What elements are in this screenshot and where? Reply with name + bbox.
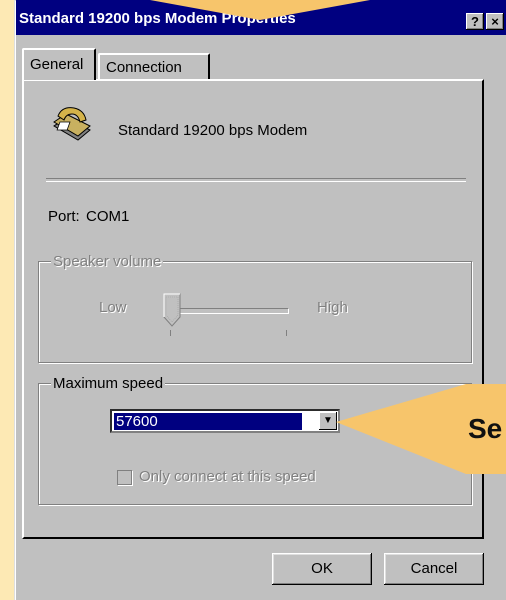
only-connect-label: Only connect at this speed — [139, 468, 316, 485]
tab-connection[interactable]: Connection — [98, 53, 210, 80]
callout-arrow-top — [150, 0, 370, 20]
volume-tick-high — [286, 330, 287, 336]
volume-slider-thumb[interactable] — [163, 293, 181, 327]
chevron-down-icon[interactable]: ▼ — [319, 412, 337, 430]
port-label: Port: — [48, 208, 80, 225]
telephone-modem-icon — [53, 107, 91, 141]
volume-low-label: Low — [99, 299, 127, 316]
help-button[interactable]: ? — [466, 13, 484, 30]
close-button[interactable]: × — [486, 13, 504, 30]
maximum-speed-select[interactable]: 57600 ▼ — [110, 409, 340, 433]
volume-tick-low — [170, 330, 171, 336]
maximum-speed-value: 57600 — [114, 413, 302, 430]
maximum-speed-label: Maximum speed — [51, 375, 166, 392]
speaker-volume-group: Speaker volume Low High — [38, 253, 472, 363]
port-value: COM1 — [86, 208, 130, 225]
only-connect-checkbox[interactable] — [117, 470, 132, 485]
volume-slider-track — [167, 308, 289, 314]
callout-text: Se — [468, 413, 503, 444]
modem-name: Standard 19200 bps Modem — [118, 122, 308, 139]
separator — [46, 178, 466, 182]
speaker-volume-label: Speaker volume — [51, 253, 164, 270]
cancel-button[interactable]: Cancel — [384, 553, 484, 585]
ok-button[interactable]: OK — [272, 553, 372, 585]
tab-general[interactable]: General — [22, 48, 96, 80]
volume-high-label: High — [317, 299, 348, 316]
